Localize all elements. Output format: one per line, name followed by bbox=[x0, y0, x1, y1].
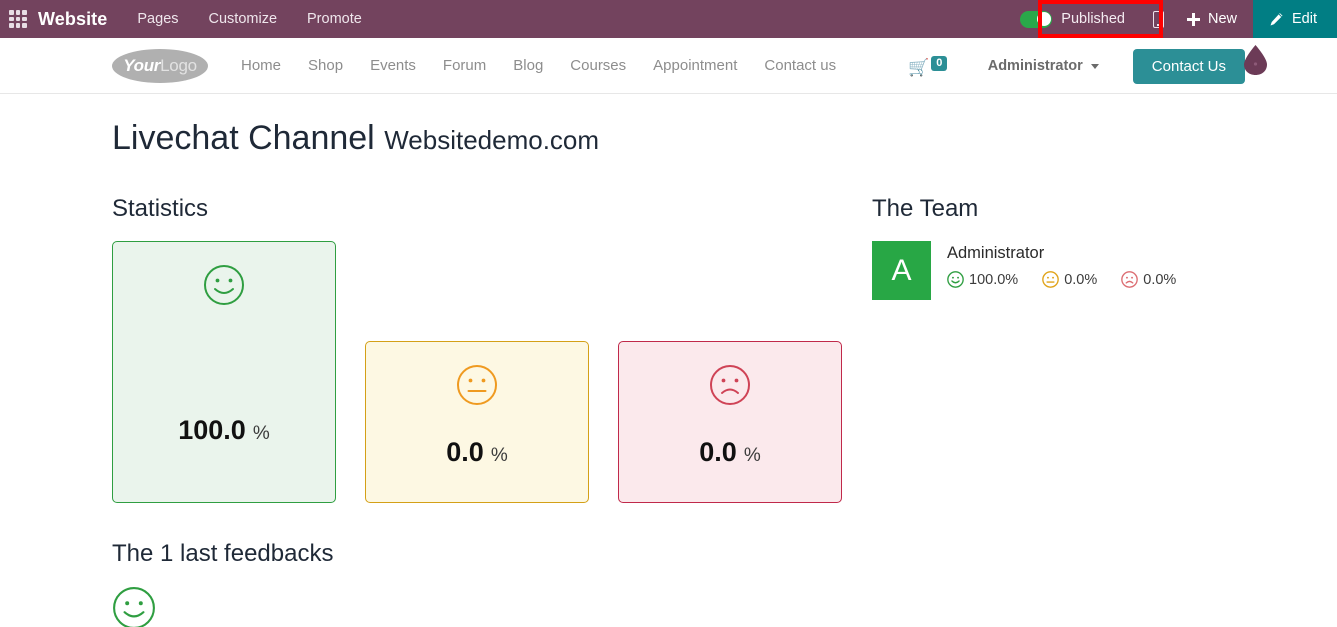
nav-link-courses[interactable]: Courses bbox=[570, 57, 626, 74]
editor-menu-pages[interactable]: Pages bbox=[137, 11, 178, 27]
toggle-knob bbox=[1036, 12, 1051, 26]
user-menu[interactable]: Administrator bbox=[988, 58, 1099, 74]
shopping-cart-icon: 🛒 bbox=[908, 57, 930, 77]
team-column: The Team A Administrator 100.0% 0.0% 0.0… bbox=[872, 195, 1337, 627]
edit-button-label: Edit bbox=[1292, 11, 1317, 27]
stat-card-neutral: 0.0 % bbox=[365, 341, 589, 504]
grid-cell bbox=[22, 16, 27, 22]
editor-menu-promote[interactable]: Promote bbox=[307, 11, 362, 27]
nav-link-appointment[interactable]: Appointment bbox=[653, 57, 737, 74]
chevron-down-icon bbox=[1090, 63, 1099, 69]
avatar: A bbox=[872, 241, 931, 301]
odoo-editor-topbar: Website Pages Customize Promote Publishe… bbox=[0, 0, 1337, 38]
stat-value-sad: 0.0 % bbox=[699, 437, 760, 468]
grid-cell bbox=[22, 10, 27, 15]
stat-value-neutral: 0.0 % bbox=[446, 437, 507, 468]
pencil-icon bbox=[1270, 12, 1283, 25]
nav-link-home[interactable]: Home bbox=[241, 57, 281, 74]
publish-toggle[interactable] bbox=[1020, 10, 1053, 28]
page-title-sub: Websitedemo.com bbox=[384, 125, 600, 155]
feedbacks-heading: The 1 last feedbacks bbox=[112, 540, 334, 568]
contact-us-button[interactable]: Contact Us bbox=[1132, 48, 1245, 84]
nav-link-blog[interactable]: Blog bbox=[513, 57, 543, 74]
smiley-sad-icon bbox=[1121, 271, 1139, 289]
droplet-icon[interactable] bbox=[1242, 44, 1269, 76]
nav-link-events[interactable]: Events bbox=[370, 57, 416, 74]
smiley-neutral-icon bbox=[1042, 271, 1060, 289]
statistics-cards: 100.0 % 0.0 % 0.0 % bbox=[112, 241, 872, 506]
team-heading: The Team bbox=[872, 195, 979, 223]
member-name: Administrator bbox=[947, 244, 1045, 263]
smiley-sad-icon bbox=[710, 365, 750, 406]
stat-value-happy: 100.0 % bbox=[178, 415, 269, 446]
smiley-neutral-icon bbox=[457, 365, 497, 406]
member-stat-sad-value: 0.0% bbox=[1143, 271, 1177, 288]
stat-card-sad: 0.0 % bbox=[618, 341, 842, 504]
grid-cell bbox=[15, 10, 21, 15]
team-member: A Administrator 100.0% 0.0% 0.0% bbox=[872, 241, 1337, 301]
logo-light-part: Logo bbox=[160, 56, 197, 75]
grid-cell bbox=[15, 23, 21, 28]
content-columns: Statistics 100.0 % 0.0 % 0.0 % The 1 las… bbox=[112, 195, 1337, 627]
cart-count-badge: 0 bbox=[931, 55, 948, 72]
edit-button[interactable]: Edit bbox=[1253, 0, 1337, 38]
editor-menu-customize[interactable]: Customize bbox=[209, 11, 278, 27]
statistics-heading: Statistics bbox=[112, 195, 209, 223]
site-logo[interactable]: YourLogo bbox=[112, 48, 208, 83]
statistics-column: Statistics 100.0 % 0.0 % 0.0 % The 1 las… bbox=[112, 195, 872, 627]
member-stats: 100.0% 0.0% 0.0% bbox=[947, 271, 1200, 289]
cart-button[interactable]: 🛒 0 bbox=[908, 55, 948, 77]
stat-number-neutral: 0.0 bbox=[446, 437, 484, 468]
stat-number-sad: 0.0 bbox=[699, 437, 737, 468]
grid-cell bbox=[15, 16, 21, 22]
stat-number-happy: 100.0 bbox=[178, 415, 246, 446]
member-info: Administrator 100.0% 0.0% 0.0% bbox=[947, 241, 1200, 289]
phone-shape bbox=[1153, 10, 1165, 28]
new-button[interactable]: New bbox=[1179, 0, 1253, 38]
navbar-right: Administrator Contact Us bbox=[988, 38, 1337, 94]
member-stat-neutral-value: 0.0% bbox=[1064, 271, 1098, 288]
smiley-happy-icon bbox=[204, 265, 244, 306]
grid-cell bbox=[9, 16, 14, 22]
feedback-list bbox=[112, 586, 872, 627]
nav-link-contact-us[interactable]: Contact us bbox=[764, 57, 836, 74]
user-menu-label: Administrator bbox=[987, 58, 1083, 74]
logo-text: YourLogo bbox=[123, 57, 197, 74]
page-content: Livechat Channel Websitedemo.com Statist… bbox=[0, 94, 1337, 627]
grid-cell bbox=[9, 23, 14, 28]
publish-label: Published bbox=[1061, 11, 1125, 27]
nav-link-forum[interactable]: Forum bbox=[443, 57, 486, 74]
app-name[interactable]: Website bbox=[38, 9, 107, 30]
publish-switch[interactable]: Published bbox=[1008, 0, 1139, 38]
grid-cell bbox=[22, 23, 27, 28]
plus-icon bbox=[1186, 12, 1200, 26]
nav-links: Home Shop Events Forum Blog Courses Appo… bbox=[241, 57, 863, 74]
website-navbar: YourLogo Home Shop Events Forum Blog Cou… bbox=[0, 38, 1337, 94]
new-button-label: New bbox=[1207, 11, 1237, 27]
page-title: Livechat Channel Websitedemo.com bbox=[112, 119, 1337, 157]
page-title-main: Livechat Channel bbox=[112, 119, 375, 157]
grid-cell bbox=[9, 10, 14, 15]
member-stat-neutral: 0.0% bbox=[1042, 271, 1098, 289]
nav-link-shop[interactable]: Shop bbox=[308, 57, 343, 74]
apps-grid-icon[interactable] bbox=[9, 10, 27, 28]
member-stat-happy-value: 100.0% bbox=[969, 271, 1019, 288]
smiley-happy-icon bbox=[113, 587, 155, 627]
smiley-happy-icon bbox=[947, 271, 964, 289]
stat-unit-happy: % bbox=[252, 423, 270, 445]
stat-card-happy: 100.0 % bbox=[112, 241, 336, 504]
stat-unit-neutral: % bbox=[490, 445, 508, 467]
mobile-preview-icon[interactable] bbox=[1139, 0, 1179, 38]
member-stat-happy: 100.0% bbox=[947, 271, 1019, 289]
stat-unit-sad: % bbox=[743, 445, 761, 467]
logo-bold-part: Your bbox=[123, 56, 161, 75]
member-stat-sad: 0.0% bbox=[1121, 271, 1177, 289]
feedbacks-section: The 1 last feedbacks bbox=[112, 540, 872, 627]
